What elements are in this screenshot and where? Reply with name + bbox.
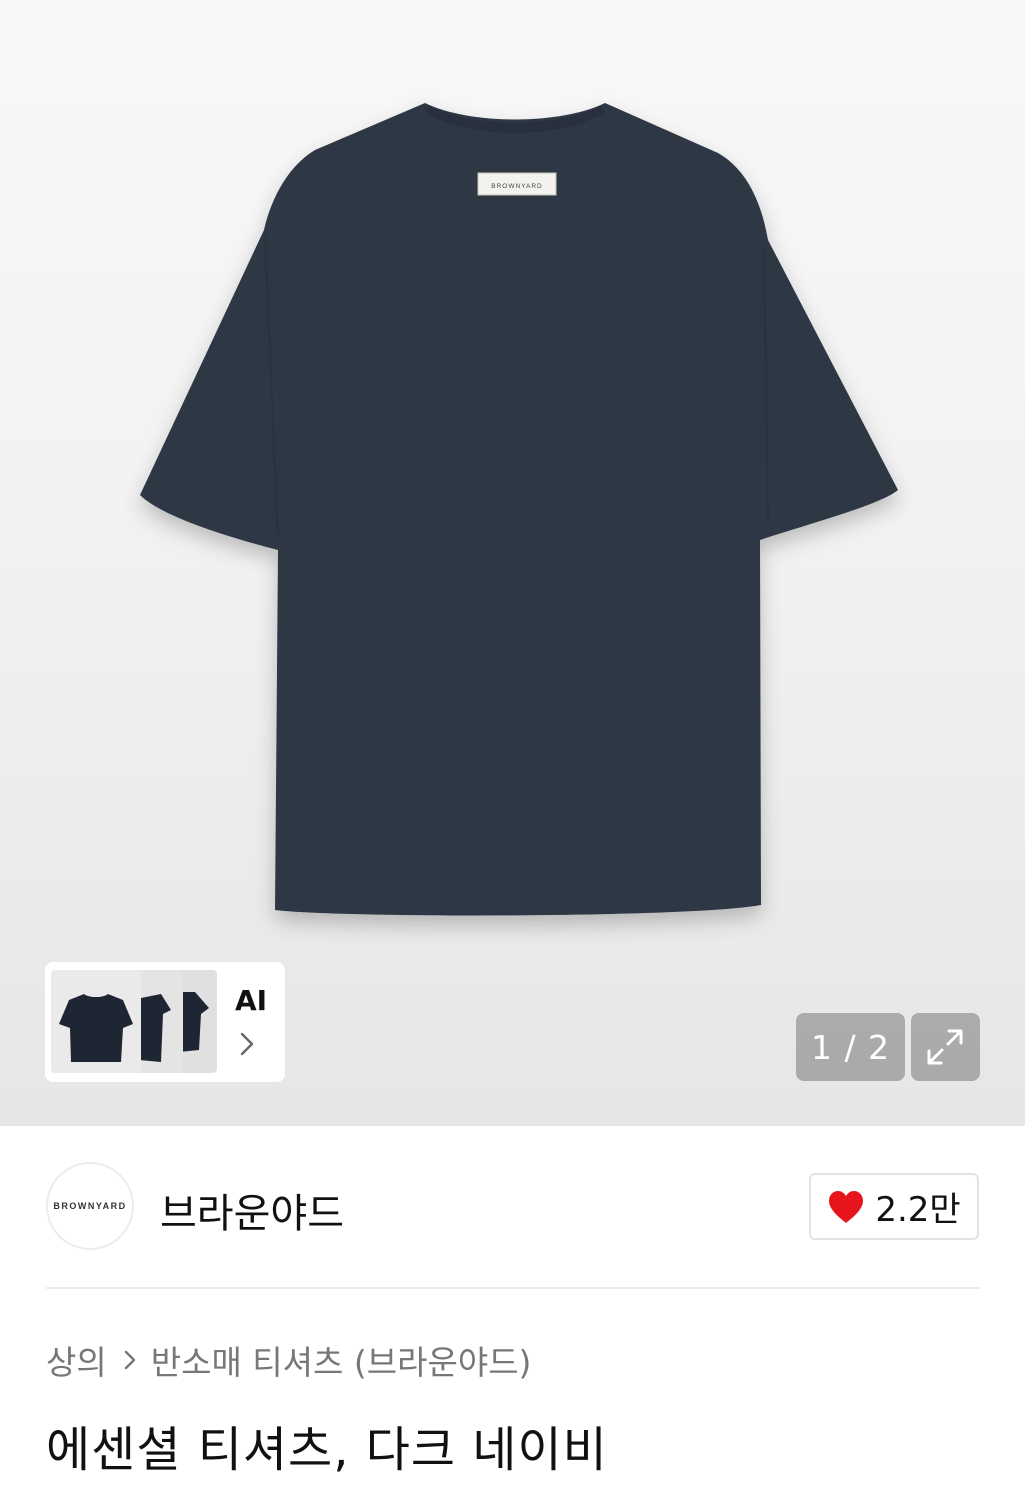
breadcrumb-subcategory[interactable]: 반소매 티셔츠 (브라운야드)	[151, 1336, 532, 1384]
divider	[46, 1287, 980, 1289]
product-title: 에센셜 티셔츠, 다크 네이비	[46, 1422, 608, 1478]
like-button[interactable]: 2.2만	[809, 1173, 979, 1240]
image-thumbnail-strip[interactable]: AI	[45, 962, 285, 1082]
breadcrumb: 상의 반소매 티셔츠 (브라운야드)	[46, 1338, 531, 1382]
expand-button[interactable]	[911, 1013, 980, 1081]
thumbnail-front[interactable]	[51, 970, 141, 1073]
heart-icon	[829, 1190, 864, 1223]
brand-row: BROWNYARD 브라운야드 2.2만	[0, 1126, 1025, 1286]
brand-logo[interactable]: BROWNYARD	[46, 1162, 134, 1250]
product-image[interactable]: BROWNYARD	[0, 0, 1025, 1126]
product-gallery[interactable]: BROWNYARD AI 1 / 2	[0, 0, 1025, 1126]
chevron-right-icon	[124, 1350, 135, 1370]
image-page-counter: 1 / 2	[796, 1013, 905, 1081]
expand-icon	[927, 1029, 963, 1065]
brand-name-link[interactable]: 브라운야드	[160, 1181, 344, 1239]
breadcrumb-category[interactable]: 상의	[46, 1336, 107, 1384]
shirt-tag-label: BROWNYARD	[491, 183, 543, 190]
chevron-right-icon[interactable]	[240, 1032, 254, 1056]
ai-label[interactable]: AI	[235, 984, 267, 1017]
like-count: 2.2만	[875, 1190, 961, 1230]
